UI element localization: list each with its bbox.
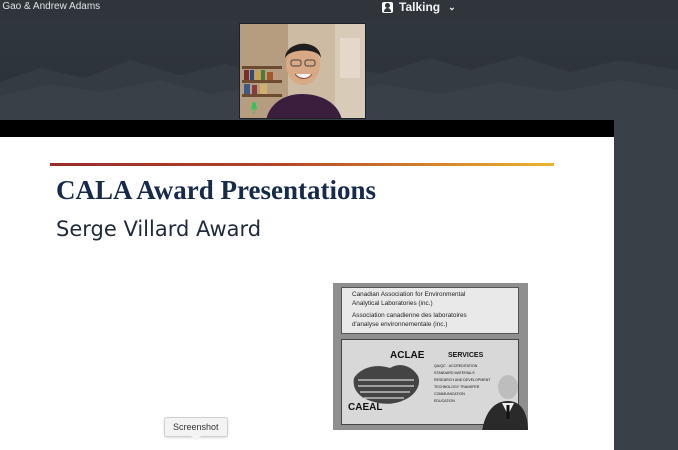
top-bar: e Gao & Andrew Adams Talking ⌄	[0, 0, 678, 20]
award-photo: Canadian Association for Environmental A…	[333, 283, 528, 430]
service-item: QA/QC · ACCREDITATION	[434, 364, 478, 368]
slide-subtitle: Serge Villard Award	[56, 217, 262, 241]
side-panel	[614, 120, 678, 450]
sign-line: Association canadienne des laboratoires	[352, 312, 467, 319]
sign-line: Analytical Laboratories (inc.)	[352, 300, 433, 307]
person-icon	[382, 1, 393, 13]
service-item: TECHNOLOGY TRANSFER	[434, 385, 480, 389]
screenshot-tooltip: Screenshot	[164, 417, 228, 441]
association-sign: Canadian Association for Environmental A…	[341, 287, 519, 334]
slide-title: CALA Award Presentations	[56, 175, 377, 205]
sign-line: d'analyse environnementale (inc.)	[352, 321, 448, 328]
shared-slide: CALA Award Presentations Serge Villard A…	[0, 137, 614, 450]
services-title: SERVICES	[448, 352, 484, 359]
participants-label: e Gao & Andrew Adams	[0, 1, 101, 12]
talking-indicator-button[interactable]: Talking ⌄	[382, 0, 456, 15]
participant-video-image	[240, 24, 365, 118]
award-recipient-figure	[482, 375, 528, 430]
service-item: STANDARD MATERIALS	[434, 371, 475, 375]
caeal-logo-text: CAEAL	[348, 402, 383, 413]
service-item: COMMUNICATION	[434, 392, 465, 396]
title-rule	[50, 163, 554, 166]
shared-screen-top-band	[0, 120, 614, 137]
aclae-logo-text: ACLAE	[390, 350, 425, 361]
microphone-icon[interactable]	[250, 102, 258, 114]
participant-video-tile[interactable]	[239, 23, 366, 119]
chevron-down-icon: ⌄	[448, 1, 456, 12]
talking-label: Talking	[399, 0, 441, 14]
service-item: EDUCATION	[434, 399, 455, 403]
sign-line: Canadian Association for Environmental	[352, 291, 466, 298]
